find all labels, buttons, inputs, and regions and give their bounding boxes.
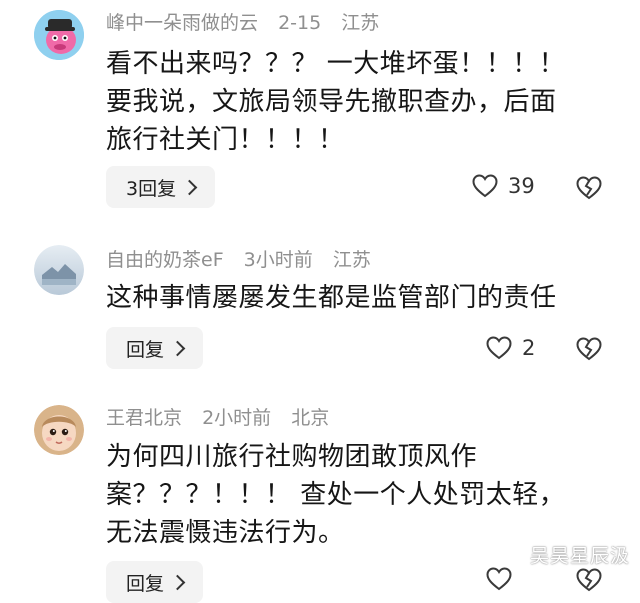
comment-text: 这种事情屡屡发生都是监管部门的责任: [106, 279, 606, 317]
comment-time: 2-15: [278, 12, 322, 34]
username[interactable]: 自由的奶茶eF: [106, 249, 224, 271]
comment-line: 案？？？！！！ 查处一个人处罚太轻，: [106, 480, 566, 510]
comment-item: 峰中一朵雨做的云 2-15 江苏 看不出来吗？？？ 一大堆坏蛋！！！！ 要我说，…: [0, 0, 640, 230]
comment-location: 江苏: [332, 249, 371, 271]
comment-location: 北京: [291, 407, 330, 429]
comment-line: 为何四川旅行社购物团敢顶风作: [106, 442, 478, 472]
broken-heart-icon[interactable]: [576, 568, 602, 592]
pink-cartoon-avatar-icon[interactable]: [34, 10, 84, 60]
reply-label: 回复: [126, 572, 165, 595]
replies-label: 3回复: [126, 177, 177, 200]
chevron-right-icon: [169, 340, 186, 356]
heart-icon[interactable]: [486, 567, 512, 591]
broken-heart-icon[interactable]: [576, 337, 602, 361]
like-group: 39: [472, 174, 535, 198]
baby-face-avatar-icon[interactable]: [34, 405, 84, 455]
comment-meta: 自由的奶茶eF 3小时前 江苏: [106, 248, 385, 272]
comment-meta: 峰中一朵雨做的云 2-15 江苏: [106, 11, 393, 35]
comment-time: 2小时前: [202, 407, 272, 429]
like-group: [486, 567, 522, 591]
reply-label: 回复: [126, 338, 165, 361]
username[interactable]: 峰中一朵雨做的云: [106, 12, 258, 34]
chevron-right-icon: [169, 574, 186, 590]
comment-line: 这种事情屡屡发生都是监管部门的责任: [106, 283, 557, 313]
comment-text: 为何四川旅行社购物团敢顶风作 案？？？！！！ 查处一个人处罚太轻， 无法震慑违法…: [106, 438, 606, 552]
comment-meta: 王君北京 2小时前 北京: [106, 406, 343, 430]
username[interactable]: 王君北京: [106, 407, 182, 429]
replies-button[interactable]: 3回复: [106, 166, 216, 208]
landscape-avatar-icon[interactable]: [34, 245, 84, 295]
heart-icon[interactable]: [486, 336, 512, 360]
reply-button[interactable]: 回复: [106, 327, 204, 369]
comment-time: 3小时前: [243, 249, 313, 271]
reply-button[interactable]: 回复: [106, 561, 204, 603]
like-count: 2: [522, 336, 536, 360]
watermark: 吴昊星辰汲: [529, 545, 630, 567]
like-group: 2: [486, 336, 535, 360]
like-count: 39: [508, 174, 535, 198]
broken-heart-icon[interactable]: [576, 176, 602, 200]
comment-text: 看不出来吗？？？ 一大堆坏蛋！！！！ 要我说，文旅局领导先撤职查办，后面 旅行社…: [106, 45, 606, 159]
comment-line: 看不出来吗？？？ 一大堆坏蛋！！！！: [106, 49, 566, 79]
heart-icon[interactable]: [472, 174, 498, 198]
comment-line: 要我说，文旅局领导先撤职查办，后面: [106, 87, 557, 117]
comment-location: 江苏: [341, 12, 380, 34]
chevron-right-icon: [181, 179, 198, 195]
comment-line: 旅行社关门！！！！: [106, 125, 345, 155]
comment-item: 自由的奶茶eF 3小时前 江苏 这种事情屡屡发生都是监管部门的责任 回复 2: [0, 232, 640, 392]
